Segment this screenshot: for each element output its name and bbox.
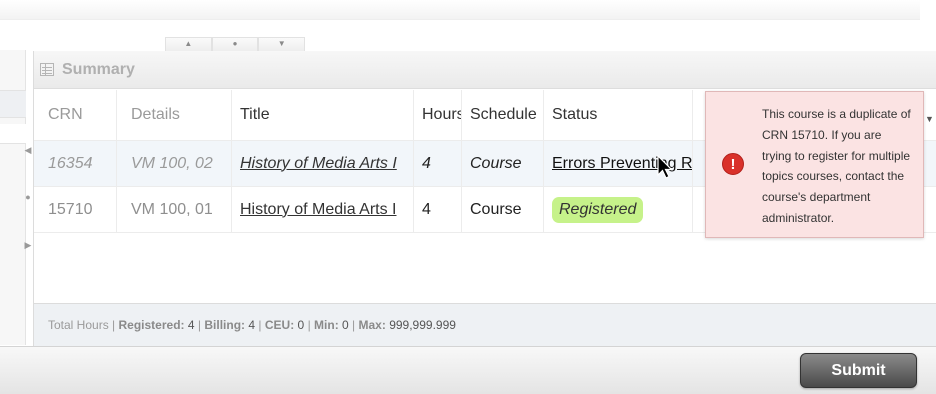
column-header-details[interactable]: Details xyxy=(117,90,232,140)
top-strip xyxy=(0,0,920,20)
error-tooltip: ! This course is a duplicate of CRN 1571… xyxy=(705,91,924,238)
error-icon: ! xyxy=(722,153,744,175)
min-value: 0 xyxy=(342,318,349,332)
title-cell: History of Media Arts I xyxy=(232,141,414,186)
details-cell: VM 100, 02 xyxy=(117,141,232,186)
hours-cell: 4 xyxy=(414,187,462,232)
min-label: Min: xyxy=(314,318,339,332)
registered-label: Registered: xyxy=(118,318,185,332)
course-title-link[interactable]: History of Media Arts I xyxy=(240,201,397,219)
registered-value: 4 xyxy=(187,318,195,332)
max-value: 999,999.999 xyxy=(389,318,456,332)
column-header-status[interactable]: Status xyxy=(544,90,693,140)
max-label: Max: xyxy=(358,318,386,332)
details-cell: VM 100, 01 xyxy=(117,187,232,232)
crn-cell: 15710 xyxy=(34,187,117,232)
status-cell: Registered xyxy=(544,187,693,232)
column-menu-arrow-icon[interactable]: ▼ xyxy=(925,114,934,124)
column-header-hours[interactable]: Hours xyxy=(414,90,462,140)
hours-cell: 4 xyxy=(414,141,462,186)
splitter-dot-icon[interactable]: ● xyxy=(211,37,259,51)
submit-button[interactable]: Submit xyxy=(800,353,917,388)
billing-label: Billing: xyxy=(204,318,246,332)
total-hours-label: Total Hours xyxy=(48,318,109,332)
schedule-cell: Course xyxy=(462,187,544,232)
status-badge: Registered xyxy=(552,196,644,223)
course-title-link[interactable]: History of Media Arts I xyxy=(240,155,397,173)
ceu-value: 0 xyxy=(297,318,305,332)
left-band-2 xyxy=(0,124,26,144)
left-band xyxy=(0,90,26,118)
splitter-buttons: ▲ ● ▼ xyxy=(165,37,306,51)
column-header-title[interactable]: Title xyxy=(232,90,414,140)
ceu-label: CEU: xyxy=(264,318,295,332)
column-header-crn[interactable]: CRN xyxy=(34,90,117,140)
bottom-action-bar xyxy=(0,346,936,394)
mouse-cursor-icon xyxy=(657,155,673,179)
error-message: This course is a duplicate of CRN 15710.… xyxy=(762,107,911,225)
crn-cell: 16354 xyxy=(34,141,117,186)
splitter-down-icon[interactable]: ▼ xyxy=(258,37,306,51)
hours-summary-footer: Total Hours | Registered: 4 | Billing: 4… xyxy=(34,303,936,346)
table-icon xyxy=(40,63,54,76)
splitter-up-icon[interactable]: ▲ xyxy=(165,37,212,51)
column-header-schedule[interactable]: Schedule xyxy=(462,90,544,140)
title-cell: History of Media Arts I xyxy=(232,187,414,232)
billing-value: 4 xyxy=(248,318,256,332)
panel-header: Summary xyxy=(34,51,936,89)
schedule-cell: Course xyxy=(462,141,544,186)
panel-title: Summary xyxy=(62,60,135,78)
